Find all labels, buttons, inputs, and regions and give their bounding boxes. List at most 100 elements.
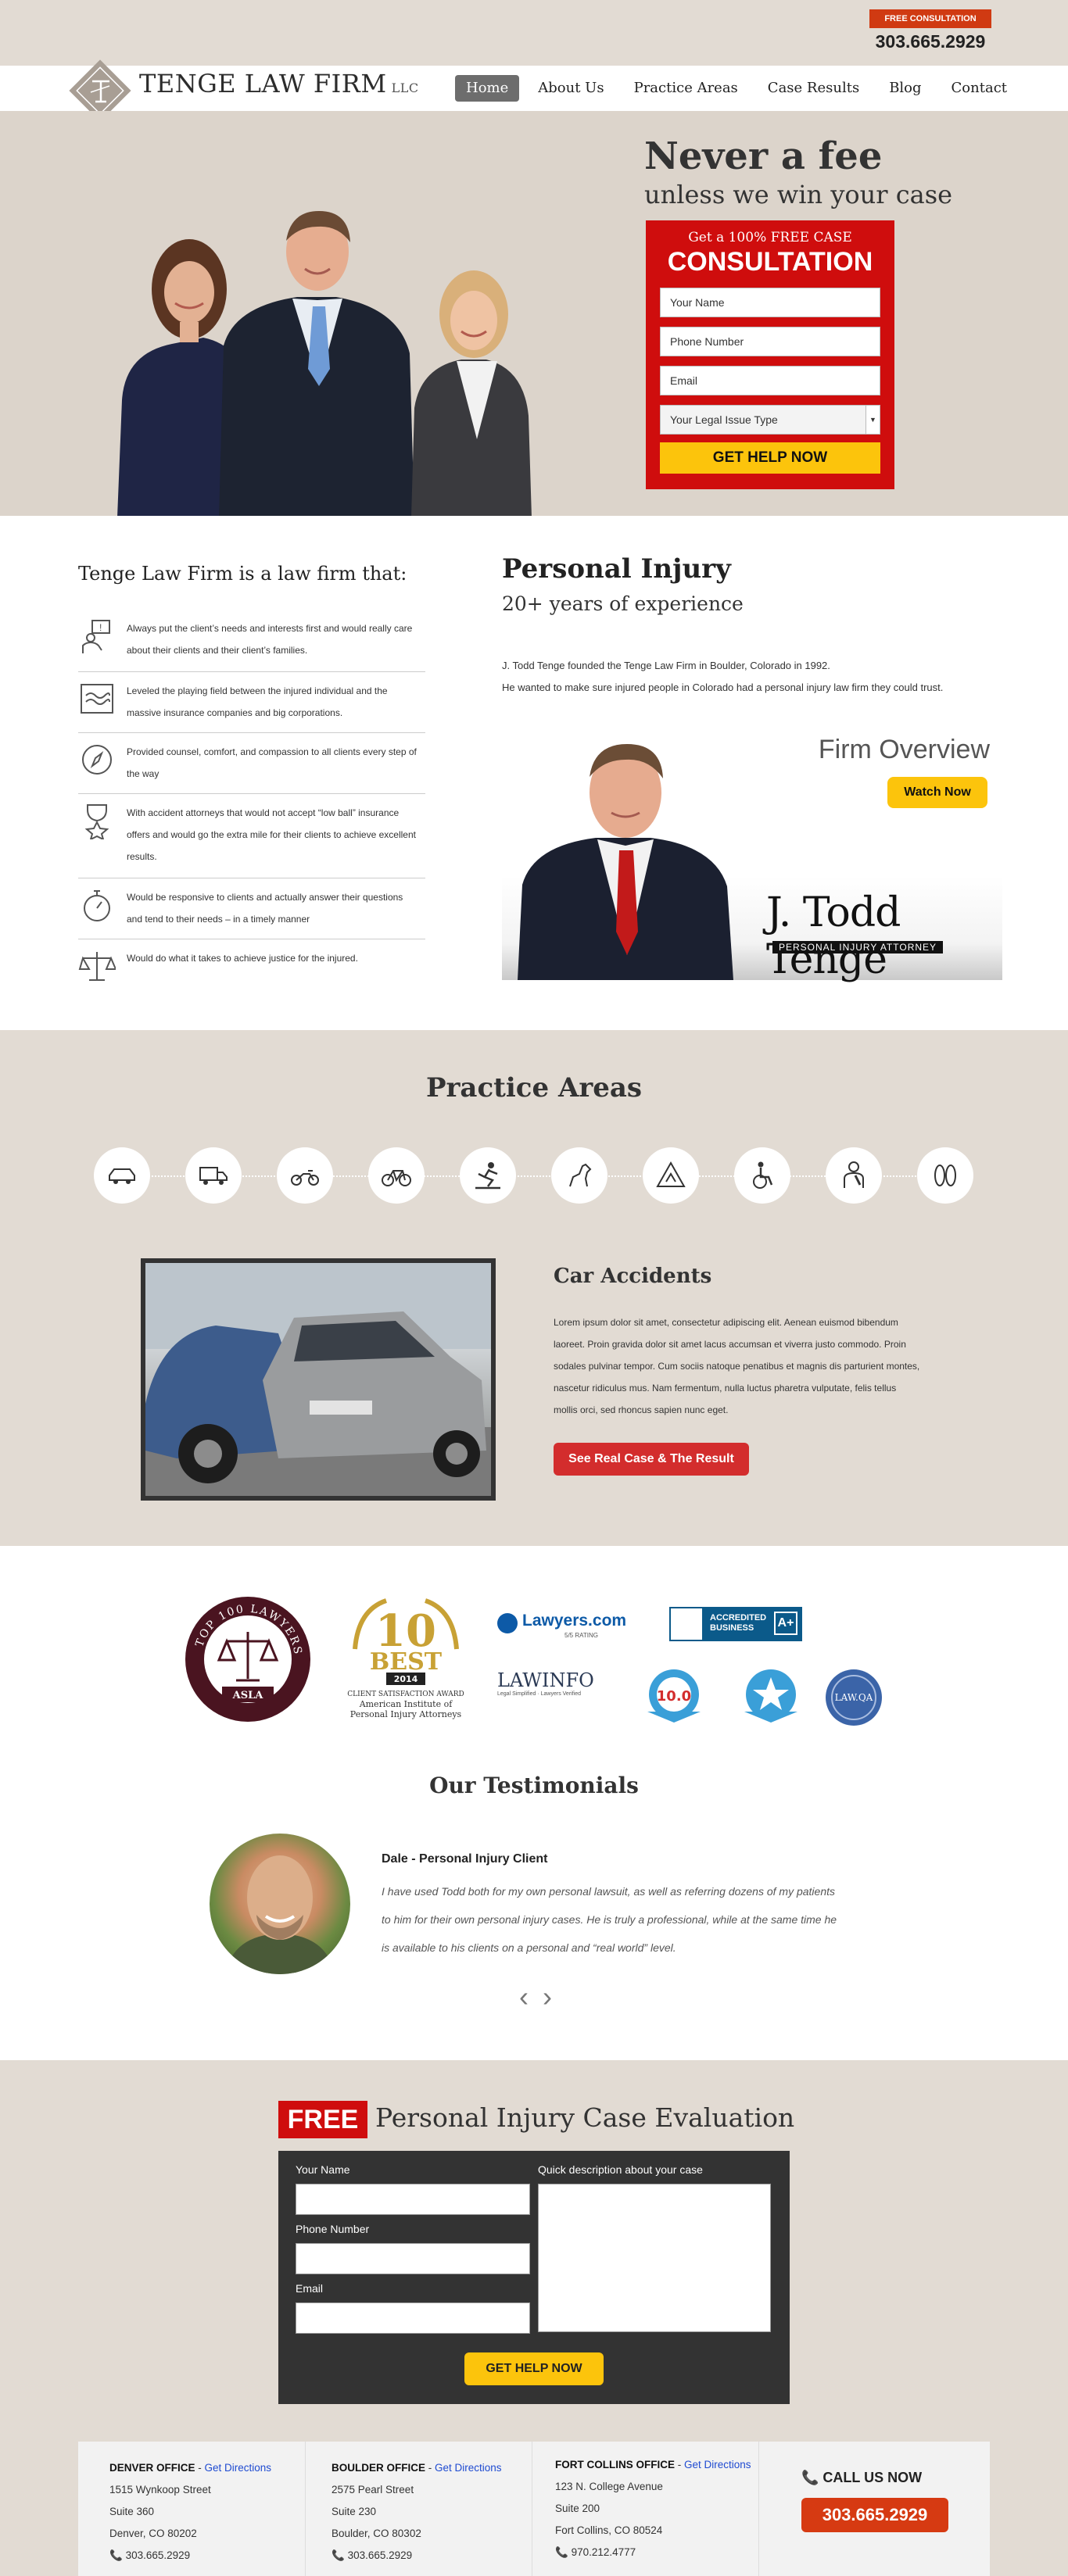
lawyers-com-badge: Lawyers.com 5/5 RATING	[497, 1610, 638, 1641]
stopwatch-icon	[84, 890, 110, 921]
about-heading: Tenge Law Firm is a law firm that:	[78, 563, 407, 585]
nav-case-results[interactable]: Case Results	[757, 75, 870, 102]
personal-injury-text: J. Todd Tenge founded the Tenge Law Firm…	[502, 655, 1002, 699]
practice-icons-row	[94, 1147, 974, 1205]
consultation-line1: Get a 100% FREE CASE	[688, 230, 852, 245]
hero-email-input[interactable]: Email	[660, 366, 880, 395]
office-phone[interactable]: 📞 303.665.2929	[332, 2545, 502, 2567]
signature-role: PERSONAL INJURY ATTORNEY	[772, 941, 944, 953]
lawyers-rating-text: 5/5 RATING	[564, 1632, 598, 1639]
signature-name: J. Todd Tenge	[766, 889, 901, 983]
about-bullet-text: Leveled the playing field between the in…	[127, 685, 388, 718]
office-fort-collins: FORT COLLINS OFFICE - Get Directions 123…	[555, 2454, 751, 2563]
about-bullet: Would be responsive to clients and actua…	[78, 878, 425, 939]
logo-text[interactable]: TENGE LAW FIRM LLC	[139, 69, 419, 98]
practice-car[interactable]	[94, 1147, 150, 1204]
office-suite: Suite 360	[109, 2506, 155, 2517]
firm-overview-title: Firm Overview	[818, 735, 990, 764]
nav-blog[interactable]: Blog	[878, 75, 932, 102]
call-phone-button[interactable]: 303.665.2929	[801, 2498, 948, 2532]
hero-name-input[interactable]: Your Name	[660, 288, 880, 317]
office-boulder: BOULDER OFFICE - Get Directions 2575 Pea…	[332, 2457, 502, 2567]
about-bullet: With accident attorneys that would not a…	[78, 794, 425, 878]
practice-motorcycle[interactable]	[277, 1147, 333, 1204]
injury-icon	[844, 1161, 864, 1188]
lawyers-com-text: Lawyers.com	[522, 1612, 627, 1630]
practice-footprints[interactable]	[917, 1147, 973, 1204]
practice-construction[interactable]	[643, 1147, 699, 1204]
chevron-down-icon: ▼	[866, 406, 880, 434]
about-bullet-text: Always put the client’s needs and intere…	[127, 623, 413, 656]
logo-title: TENGE LAW FIRM	[139, 69, 387, 98]
office-suite: Suite 230	[332, 2506, 377, 2517]
scales-icon	[78, 952, 116, 981]
office-phone[interactable]: 📞 303.665.2929	[109, 2545, 271, 2567]
free-tag: FREE	[278, 2101, 367, 2138]
evaluation-form: Your Name Phone Number Email Quick descr…	[278, 2151, 790, 2404]
practice-bicycle[interactable]	[368, 1147, 425, 1204]
evaluation-title: Personal Injury Case Evaluation	[375, 2102, 795, 2133]
eval-phone-field[interactable]	[296, 2243, 530, 2274]
header-phone[interactable]: 303.665.2929	[869, 31, 991, 52]
office-phone[interactable]: 📞 970.212.4777	[555, 2542, 751, 2563]
eval-description-field[interactable]	[538, 2184, 771, 2332]
free-consultation-badge[interactable]: FREE CONSULTATION	[869, 9, 991, 28]
firm-overview-video[interactable]: Firm Overview Watch Now J. Todd Tenge PE…	[502, 721, 1002, 983]
testimonial-author: Dale - Personal Injury Client	[382, 1852, 548, 1866]
get-directions-link[interactable]: Get Directions	[435, 2462, 502, 2474]
eval-submit-button[interactable]: GET HELP NOW	[464, 2352, 604, 2385]
divider	[305, 2442, 306, 2576]
bbb-text: ACCREDITED BUSINESS	[710, 1613, 767, 1633]
avvo-score: 10.0	[657, 1688, 691, 1705]
practice-heading: Practice Areas	[425, 1072, 643, 1104]
practice-dog-bite[interactable]	[551, 1147, 607, 1204]
eval-name-field[interactable]	[296, 2184, 530, 2215]
top-100-lawyers-badge: TOP 100 LAWYERS ASLA	[185, 1597, 310, 1722]
consultation-form: Get a 100% FREE CASE CONSULTATION Your N…	[646, 220, 894, 489]
chevron-left-icon[interactable]: ‹	[519, 1980, 529, 2012]
about-bullet: ! Always put the client’s needs and inte…	[78, 610, 425, 672]
call-us-now-label: 📞 CALL US NOW	[801, 2470, 922, 2486]
office-city: Fort Collins, CO 80524	[555, 2524, 663, 2536]
personal-injury-title: Personal Injury	[502, 553, 731, 585]
lawyers-com-icon	[497, 1613, 518, 1633]
practice-truck[interactable]	[185, 1147, 242, 1204]
compass-icon	[82, 745, 112, 775]
phone-icon: 📞	[555, 2546, 572, 2558]
attorneys-photo	[117, 211, 532, 516]
divider	[758, 2442, 759, 2576]
car-accident-image	[141, 1258, 496, 1501]
legal-issue-select[interactable]: Your Legal Issue Type ▼	[660, 405, 880, 435]
consultation-line2: CONSULTATION	[667, 247, 873, 277]
chevron-right-icon[interactable]: ›	[543, 1980, 552, 2012]
footer-offices: DENVER OFFICE - Get Directions 1515 Wynk…	[78, 2442, 990, 2576]
person-speech-icon: !	[82, 620, 110, 653]
eval-email-field[interactable]	[296, 2302, 530, 2334]
hero-phone-input[interactable]: Phone Number	[660, 327, 880, 356]
watch-now-button[interactable]: Watch Now	[887, 777, 987, 808]
office-phone-number: 303.665.2929	[125, 2549, 191, 2561]
practice-injury[interactable]	[826, 1147, 882, 1204]
get-directions-link[interactable]: Get Directions	[205, 2462, 272, 2474]
lawqa-text: LAW.QA	[835, 1692, 873, 1703]
bbb-badge: ACCREDITED BUSINESS A+	[669, 1607, 802, 1641]
nav-practice-areas[interactable]: Practice Areas	[623, 75, 749, 102]
nav-about[interactable]: About Us	[527, 75, 615, 102]
asla-text: ASLA	[232, 1690, 264, 1701]
truck-icon	[199, 1167, 228, 1185]
office-street: 2575 Pearl Street	[332, 2484, 414, 2496]
about-bullet-text: Would do what it takes to achieve justic…	[127, 953, 358, 964]
get-help-now-button[interactable]: GET HELP NOW	[660, 442, 880, 474]
nav-contact[interactable]: Contact	[941, 75, 1018, 102]
testimonial-nav: ‹ ›	[519, 1980, 552, 2013]
practice-wheelchair[interactable]	[734, 1147, 790, 1204]
practice-slip-fall[interactable]	[460, 1147, 516, 1204]
about-bullet: Leveled the playing field between the in…	[78, 672, 425, 733]
nav-home[interactable]: Home	[455, 75, 520, 102]
get-directions-link[interactable]: Get Directions	[684, 2459, 751, 2470]
lawinfo-sub: Legal Simplified · Lawyers Verified	[497, 1691, 581, 1697]
office-name: DENVER OFFICE	[109, 2462, 195, 2474]
see-real-case-button[interactable]: See Real Case & The Result	[554, 1443, 749, 1476]
svg-text:!: !	[99, 622, 102, 633]
lawqa-badge: LAW.QA	[826, 1669, 882, 1726]
